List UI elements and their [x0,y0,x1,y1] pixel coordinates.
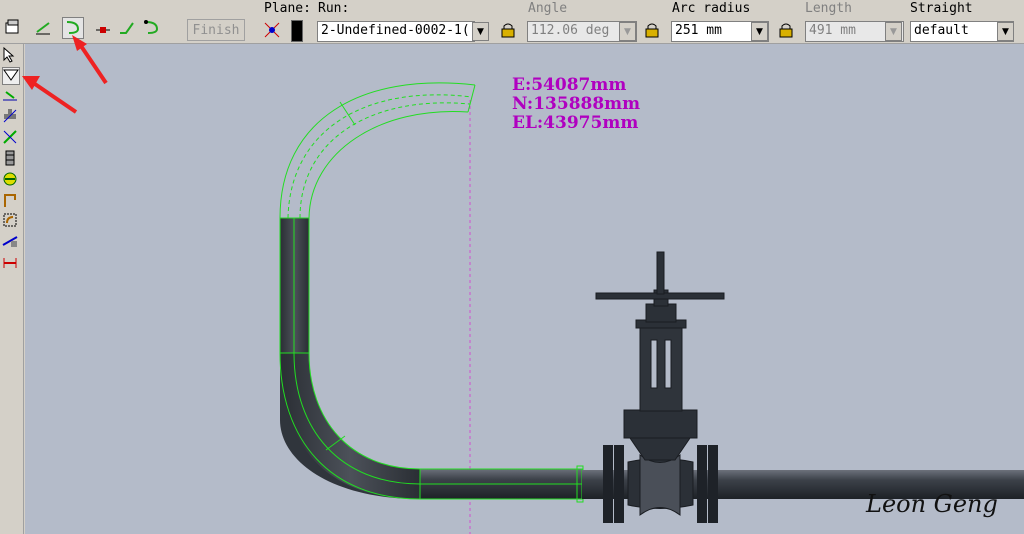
support-icon[interactable] [2,192,20,210]
top-toolbar: Finish Plane: Run: 2-Undefined-0002-1( ▼… [0,0,1024,44]
length-lock-icon[interactable] [776,20,798,42]
line-bend-icon[interactable] [117,17,139,39]
properties-icon[interactable] [3,17,25,39]
length-label: Length [805,1,852,16]
arc-radius-lock-icon[interactable] [642,20,664,42]
annotation-arrows [30,44,108,114]
select-arrow-icon[interactable] [2,47,20,65]
arc-radius-dropdown-icon[interactable]: ▼ [751,22,768,41]
angle-dropdown-icon[interactable]: ▼ [619,22,636,41]
line-start-icon[interactable] [93,17,115,39]
straight-label: Straight [910,1,973,16]
elbow-icon[interactable] [2,212,20,230]
finish-button[interactable]: Finish [187,19,245,41]
arc-bend-icon[interactable] [62,17,84,39]
branch-icon[interactable] [2,129,20,147]
angle-label: Angle [528,1,568,16]
run-select[interactable]: 2-Undefined-0002-1( [317,21,475,42]
line-segment-icon[interactable] [33,17,55,39]
length-dropdown-icon[interactable]: ▼ [885,22,902,41]
route-tool-icon[interactable] [2,67,20,85]
plane-label: Plane: [264,1,311,16]
red-arrow-lefttool [30,80,78,114]
angle-lock-icon[interactable] [498,20,520,42]
arc-radius-label: Arc radius [672,1,751,16]
flange-icon[interactable] [2,233,20,251]
tee-icon[interactable] [2,108,20,126]
plane-color-swatch[interactable] [291,20,303,42]
plane-select-icon[interactable] [262,20,284,42]
left-toolbar [0,44,24,534]
connect-icon[interactable] [2,88,20,106]
viewport-canvas[interactable]: E:54087mm N:135888mm EL:43975mm Leon Gen… [25,44,1024,534]
arc-turn-icon[interactable] [141,17,163,39]
red-arrow-toolbar [77,44,108,85]
run-dropdown-icon[interactable]: ▼ [472,22,489,41]
valve-icon[interactable] [2,150,20,168]
measure-icon[interactable] [2,255,20,273]
straight-dropdown-icon[interactable]: ▼ [997,22,1014,41]
run-label: Run: [318,1,350,16]
reducer-icon[interactable] [2,171,20,189]
